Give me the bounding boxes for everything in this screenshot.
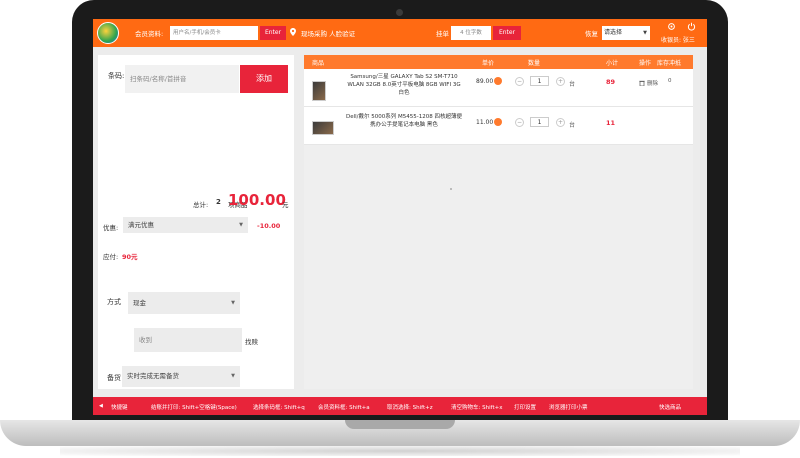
chevron-down-icon: ▼ [231, 300, 235, 306]
product-price: 89.00 [476, 78, 494, 85]
col-price: 单价 [482, 60, 495, 67]
member-label: 会员资料: [135, 30, 164, 38]
power-icon[interactable] [687, 22, 696, 31]
barcode-label: 条码: [108, 72, 125, 80]
shortcut-bar: ◀ 快捷键 结账并打印: Shift+空格键(Space) 选择条码框: Shi… [93, 397, 707, 415]
method-select[interactable]: 现金 ▼ [128, 292, 240, 314]
col-action: 操作 [639, 60, 652, 67]
unit-label: 台 [569, 122, 576, 129]
barcode-input[interactable]: 扫条码/名称/首拼音 [125, 65, 239, 93]
change-label: 找赎 [245, 338, 258, 346]
method-select-value: 现金 [133, 299, 146, 307]
order-input[interactable]: 4 位字数 [451, 26, 491, 40]
chevron-left-icon[interactable]: ◀ [99, 403, 103, 409]
trash-icon[interactable] [639, 80, 645, 86]
col-stock: 库存冲抵 [657, 60, 682, 67]
cart-table-header: 商品 单价 数量 小计 操作 库存冲抵 [304, 55, 693, 69]
payable-amount: 90元 [122, 253, 138, 261]
location-text: 现场采购 人脸验证 [301, 30, 356, 38]
restore-select-value: 请选择 [604, 29, 623, 36]
pos-screen: 会员资料: 用户名/手机/会员卡 Enter 现场采购 人脸验证 挂单 4 位字… [93, 19, 707, 415]
footer-shortcut-clear[interactable]: 清空购物车: Shift+x [451, 403, 502, 411]
row-subtotal: 11 [606, 119, 616, 127]
method-label: 方式 [107, 298, 121, 306]
total-prefix: 总计: [193, 201, 209, 209]
stock-value: 0 [668, 78, 672, 84]
col-qty: 数量 [528, 60, 541, 67]
discount-select[interactable]: 满元优惠 ▼ [123, 217, 248, 233]
logo [97, 22, 119, 44]
chevron-down-icon: ▼ [239, 222, 243, 228]
qty-input[interactable]: 1 [530, 117, 549, 127]
stock-label: 备货 [107, 374, 121, 382]
stock-select-value: 实时完成无需备货 [127, 372, 179, 380]
settings-icon[interactable] [667, 22, 676, 31]
discount-label: 优惠: [103, 224, 119, 232]
cashier-label: 收银员: 张三 [661, 37, 695, 44]
total-amount: 100.00 [228, 191, 286, 209]
member-input[interactable]: 用户名/手机/会员卡 [170, 26, 258, 40]
product-price: 11.00 [476, 119, 494, 126]
qty-input[interactable]: 1 [530, 76, 549, 86]
product-thumbnail [312, 81, 326, 101]
footer-print-settings[interactable]: 打印设置 [514, 403, 536, 411]
row-subtotal: 89 [606, 78, 616, 86]
loading-dot [450, 188, 452, 190]
unit-label: 台 [569, 81, 576, 88]
footer-shortcut-cancel[interactable]: 取消选择: Shift+z [387, 403, 433, 411]
discount-select-value: 满元优惠 [128, 221, 154, 229]
table-row: Dell/戴尔 5000系列 M5455-1208 四核超薄便携办公手提笔记本电… [304, 107, 693, 145]
footer-shortcuts-title: 快捷键 [111, 405, 128, 411]
decrease-qty-button[interactable]: − [515, 77, 524, 86]
payable-label: 应付: [103, 253, 119, 261]
chevron-down-icon: ▼ [231, 373, 235, 379]
total-count: 2 [216, 198, 221, 206]
chevron-down-icon: ▼ [643, 30, 647, 36]
product-name: Dell/戴尔 5000系列 M5455-1208 四核超薄便携办公手提笔记本电… [346, 114, 462, 128]
increase-qty-button[interactable]: + [556, 118, 565, 127]
edit-price-icon[interactable] [494, 77, 502, 85]
footer-shortcut-checkout[interactable]: 结账并打印: Shift+空格键(Space) [151, 403, 237, 411]
location-icon [290, 28, 296, 36]
laptop-frame: 会员资料: 用户名/手机/会员卡 Enter 现场采购 人脸验证 挂单 4 位字… [0, 0, 800, 458]
cart-panel: 商品 单价 数量 小计 操作 库存冲抵 Samsung/三星 GALAXY Ta… [304, 55, 693, 389]
col-subtotal: 小计 [606, 60, 619, 67]
top-header: 会员资料: 用户名/手机/会员卡 Enter 现场采购 人脸验证 挂单 4 位字… [93, 19, 707, 47]
footer-browser-print[interactable]: 浏览器打印小票 [549, 403, 588, 411]
order-enter-button[interactable]: Enter [493, 26, 521, 40]
footer-shortcut-member[interactable]: 会员资料框: Shift+a [318, 403, 370, 411]
laptop-shadow [60, 446, 740, 456]
member-enter-button[interactable]: Enter [260, 26, 286, 40]
laptop-notch [345, 420, 455, 429]
add-button[interactable]: 添加 [240, 65, 288, 93]
footer-shortcut-barcode[interactable]: 选择条码框: Shift+q [253, 403, 305, 411]
restore-select[interactable]: 请选择 ▼ [602, 26, 650, 40]
total-currency: 元 [282, 201, 289, 209]
restore-label: 恢复 [585, 30, 598, 38]
table-row: Samsung/三星 GALAXY Tab S2 SM-T710 WLAN 32… [304, 69, 693, 107]
discount-amount: -10.00 [257, 222, 281, 230]
footer-quick-select[interactable]: 快选商品 [659, 403, 681, 411]
checkout-panel: 条码: 扫条码/名称/首拼音 添加 总计: 2 项商品 100.00 元 优惠:… [98, 55, 294, 389]
delete-link[interactable]: 删除 [647, 79, 658, 87]
decrease-qty-button[interactable]: − [515, 118, 524, 127]
increase-qty-button[interactable]: + [556, 77, 565, 86]
order-label: 挂单 [436, 30, 449, 38]
product-thumbnail [312, 121, 334, 135]
edit-price-icon[interactable] [494, 118, 502, 126]
product-name: Samsung/三星 GALAXY Tab S2 SM-T710 WLAN 32… [347, 74, 461, 96]
camera-dot [396, 9, 403, 16]
col-product: 商品 [312, 60, 325, 67]
stock-select[interactable]: 实时完成无需备货 ▼ [122, 366, 240, 387]
received-input[interactable]: 收到 [134, 328, 242, 352]
